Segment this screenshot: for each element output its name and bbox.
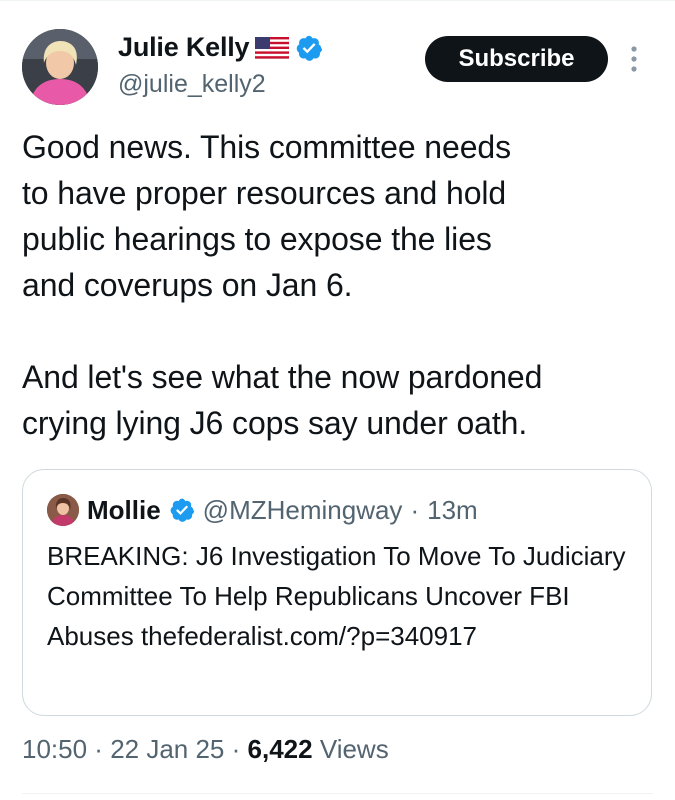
meta-separator: · [224,734,248,764]
bottom-divider [22,793,653,794]
author-avatar[interactable] [22,29,98,105]
tweet-date[interactable]: 22 Jan 25 [110,734,224,764]
verified-badge-icon [169,497,195,523]
views-count[interactable]: 6,422 [248,734,313,764]
verified-badge-icon [295,34,323,62]
quoted-tweet-header: Mollie @MZHemingway · 13m [47,494,478,526]
quoted-author-name: Mollie [87,494,161,525]
author-name-row: Julie Kelly [118,32,323,63]
quoted-author-handle: @MZHemingway [202,494,403,525]
quoted-timestamp: 13m [427,494,478,525]
us-flag-icon [255,36,290,59]
meta-separator: · [87,734,111,764]
tweet-text: Good news. This committee needs to have … [22,129,543,441]
author-handle[interactable]: @julie_kelly2 [118,70,266,99]
views-label: Views [312,734,389,764]
author-name[interactable]: Julie Kelly [118,32,250,63]
tweet-meta: 10:50 · 22 Jan 25 · 6,422 Views [22,734,389,765]
quoted-separator: · [410,494,420,525]
quoted-tweet-text: BREAKING: J6 Investigation To Move To Ju… [47,541,626,651]
subscribe-button[interactable]: Subscribe [425,36,608,82]
vertical-dots-icon[interactable] [626,42,642,76]
top-divider [0,0,675,1]
tweet-time[interactable]: 10:50 [22,734,87,764]
quoted-author-avatar [47,494,79,526]
quoted-tweet-card[interactable]: Mollie @MZHemingway · 13m BREAKING: J6 I… [22,469,652,716]
